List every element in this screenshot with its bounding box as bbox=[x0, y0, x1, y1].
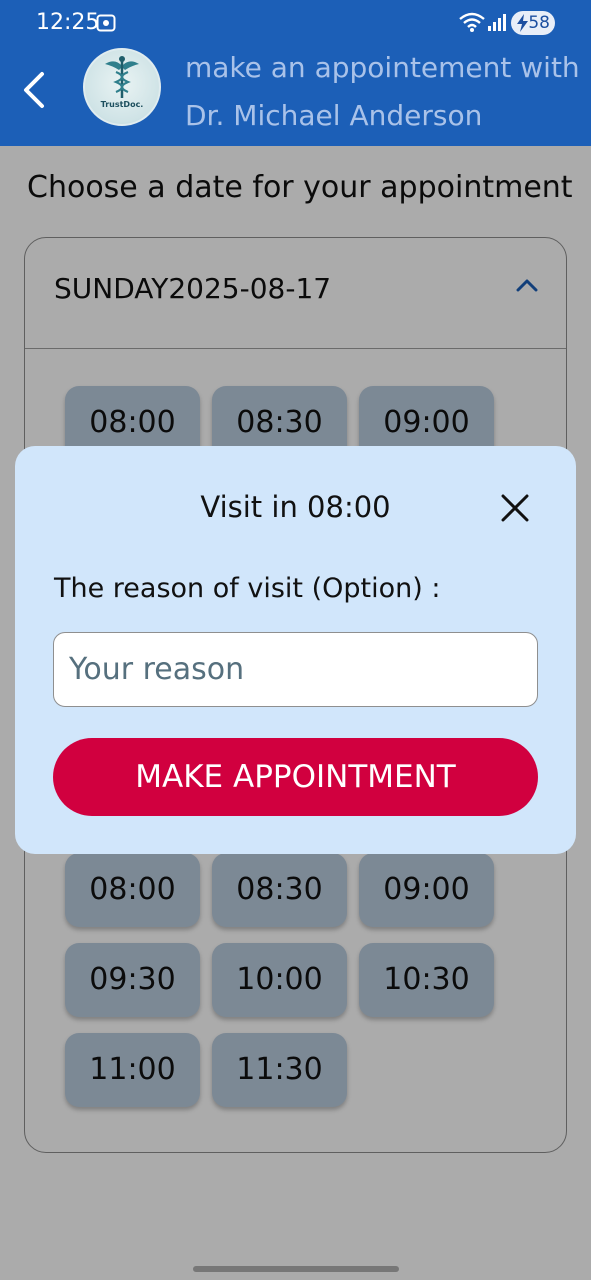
battery-level: 58 bbox=[528, 13, 550, 33]
make-appointment-button[interactable]: MAKE APPOINTMENT bbox=[53, 738, 538, 816]
charging-bolt-icon bbox=[517, 14, 528, 32]
dialog-title: Visit in 08:00 bbox=[200, 490, 391, 524]
doctor-avatar: TrustDoc. bbox=[83, 48, 161, 126]
reason-input[interactable] bbox=[53, 632, 538, 707]
app-bar-title: make an appointement with Dr. Michael An… bbox=[185, 44, 585, 140]
caduceus-icon bbox=[105, 56, 139, 98]
signal-icon bbox=[488, 14, 506, 31]
title-line-2: Dr. Michael Anderson bbox=[185, 99, 483, 132]
reason-label: The reason of visit (Option) : bbox=[54, 573, 441, 604]
title-line-1: make an appointement with bbox=[185, 51, 580, 84]
logo-text: TrustDoc. bbox=[100, 100, 144, 109]
chevron-left-icon[interactable] bbox=[18, 70, 52, 110]
status-time: 12:25 bbox=[36, 10, 100, 35]
screenshot-icon bbox=[96, 14, 116, 32]
status-bar: 12:25 58 bbox=[0, 0, 591, 46]
home-indicator[interactable] bbox=[193, 1266, 399, 1272]
battery-icon: 58 bbox=[511, 11, 555, 35]
close-icon[interactable] bbox=[499, 492, 531, 524]
app-bar: 12:25 58 TrustDoc. make an appointement … bbox=[0, 0, 591, 146]
appointment-dialog: Visit in 08:00 The reason of visit (Opti… bbox=[15, 446, 576, 854]
wifi-icon bbox=[459, 12, 485, 32]
